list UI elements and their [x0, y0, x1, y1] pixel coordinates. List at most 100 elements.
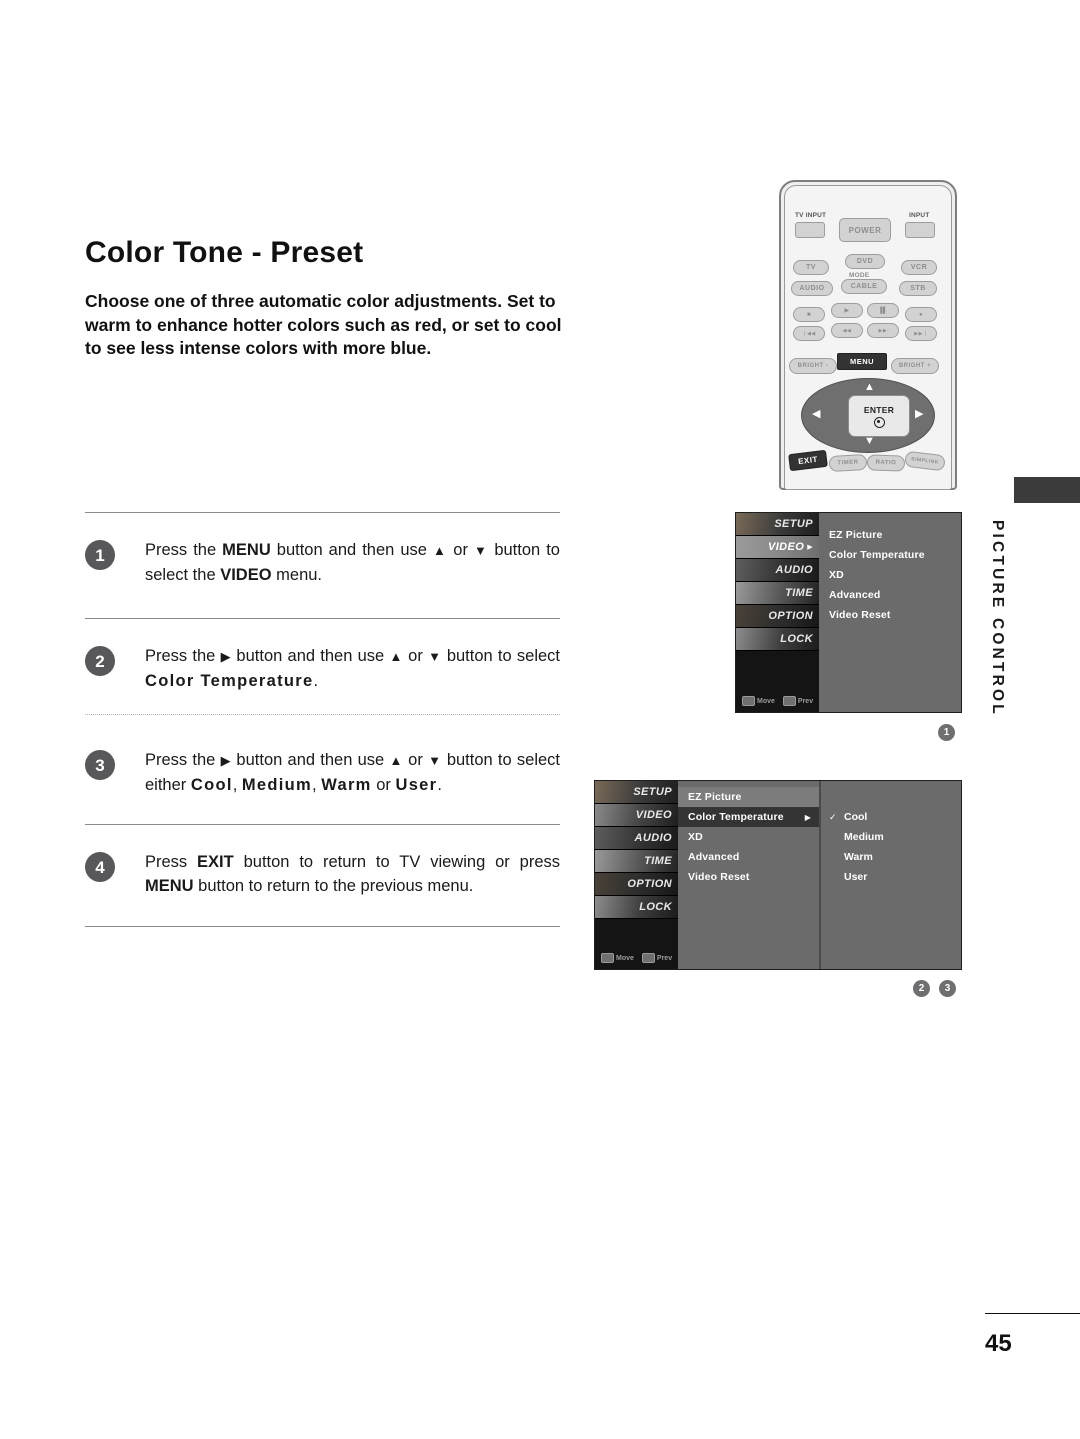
osd2-submenu-label-user: User [844, 871, 868, 883]
timer-button[interactable]: TIMER [828, 454, 868, 472]
osd2-sidebar-item-video[interactable]: VIDEO [595, 804, 678, 827]
bright-plus-button[interactable]: BRIGHT + [891, 358, 939, 374]
osd1-footer: Move Prev [736, 694, 819, 708]
intro-paragraph: Choose one of three automatic color adju… [85, 291, 562, 358]
osd2-menu-item-xd[interactable]: XD [678, 827, 819, 847]
osd1-sidebar-item-video[interactable]: VIDEO ▶ [736, 536, 819, 559]
osd1-sidebar-arrow-icon: ▶ [807, 544, 813, 551]
step-1-text: Press the MENU button and then use ▲ or … [145, 541, 560, 584]
play-button[interactable]: ▶ [831, 303, 863, 318]
bright-minus-button[interactable]: BRIGHT - [789, 358, 837, 374]
osd2-sidebar-item-time[interactable]: TIME [595, 850, 678, 873]
osd2-sidebar-item-setup[interactable]: SETUP [595, 781, 678, 804]
osd1-menu-item-xd[interactable]: XD [819, 565, 961, 585]
osd2-sidebar-item-option[interactable]: OPTION [595, 873, 678, 896]
osd2-submenu-item-warm[interactable]: Warm [821, 847, 961, 867]
step-4-text: Press EXIT button to return to TV viewin… [145, 853, 560, 895]
enter-ring-icon [873, 416, 885, 428]
step-3-badge: 3 [85, 750, 115, 780]
check-icon: ✓ [829, 811, 837, 822]
osd2-step-badge-2: 2 [913, 980, 930, 997]
osd1-sidebar-label-video: VIDEO [767, 541, 805, 553]
prev-icon [782, 696, 796, 706]
remote-control-illustration: TV INPUT POWER INPUT TV DVD VCR MODE AUD… [779, 180, 957, 490]
page-title: Color Tone - Preset [85, 236, 364, 269]
navigation-dpad[interactable]: ▲ ▼ ◀ ▶ ENTER [801, 378, 935, 453]
osd1-sidebar-item-audio[interactable]: AUDIO [736, 559, 819, 582]
dpad-up-icon[interactable]: ▲ [864, 382, 875, 393]
tv-input-label: TV INPUT [795, 212, 827, 219]
divider-bottom [85, 926, 560, 927]
rewind-button[interactable]: ◀◀ [831, 323, 863, 338]
ratio-button[interactable]: RATIO [866, 454, 906, 472]
move-icon [601, 953, 614, 963]
dpad-down-icon[interactable]: ▼ [864, 436, 875, 447]
record-button[interactable]: ● [905, 307, 937, 322]
pause-button[interactable]: ▐▌ [867, 303, 899, 318]
osd2-menu-item-ez-picture[interactable]: EZ Picture [678, 787, 819, 807]
input-button[interactable] [905, 222, 935, 238]
osd1-sidebar: SETUP VIDEO ▶ AUDIO TIME OPTION LOCK Move… [736, 513, 819, 712]
step-1: 1 Press the MENU button and then use ▲ o… [85, 538, 560, 587]
menu-button[interactable]: MENU [837, 353, 887, 370]
mode-button-stb[interactable]: STB [899, 281, 937, 296]
osd1-sidebar-item-setup[interactable]: SETUP [736, 513, 819, 536]
osd2-submenu-item-medium[interactable]: Medium [821, 827, 961, 847]
mode-button-vcr[interactable]: VCR [901, 260, 937, 275]
osd2-menu-list: EZ Picture Color Temperature ▶ XD Advanc… [678, 781, 820, 969]
divider-1 [85, 618, 560, 619]
osd2-submenu-arrow-icon: ▶ [804, 812, 811, 822]
osd2-step-badge-3: 3 [939, 980, 956, 997]
osd1-sidebar-label-lock: LOCK [780, 633, 813, 645]
osd1-menu-item-ez-picture[interactable]: EZ Picture [819, 525, 961, 545]
fast-forward-button[interactable]: ▶▶ [867, 323, 899, 338]
mode-button-dvd[interactable]: DVD [845, 254, 885, 269]
osd1-sidebar-item-option[interactable]: OPTION [736, 605, 819, 628]
osd1-menu-item-color-temperature[interactable]: Color Temperature [819, 545, 961, 565]
osd1-sidebar-label-audio: AUDIO [775, 564, 813, 576]
osd2-menu-item-advanced[interactable]: Advanced [678, 847, 819, 867]
mode-label: MODE [849, 272, 870, 279]
osd2-menu-item-video-reset[interactable]: Video Reset [678, 867, 819, 887]
osd2-submenu-item-user[interactable]: User [821, 867, 961, 887]
osd2-sidebar: SETUP VIDEO AUDIO TIME OPTION LOCK Move … [595, 781, 678, 969]
step-2: 2 Press the ▶ button and then use ▲ or ▼… [85, 644, 560, 693]
mode-button-tv[interactable]: TV [793, 260, 829, 275]
tv-input-button[interactable] [795, 222, 825, 238]
osd2-sidebar-item-audio[interactable]: AUDIO [595, 827, 678, 850]
step-4: 4 Press EXIT button to return to TV view… [85, 850, 560, 898]
osd2-sidebar-label-video: VIDEO [635, 809, 672, 821]
next-track-button[interactable]: ▶▶❘ [905, 326, 937, 341]
step-2-badge: 2 [85, 646, 115, 676]
osd1-sidebar-item-time[interactable]: TIME [736, 582, 819, 605]
stop-button[interactable]: ■ [793, 307, 825, 322]
mode-button-cable[interactable]: CABLE [841, 279, 887, 294]
osd2-submenu-label-medium: Medium [844, 831, 884, 843]
dpad-left-icon[interactable]: ◀ [812, 409, 820, 420]
move-icon [742, 696, 755, 706]
previous-track-button[interactable]: ❘◀◀ [793, 326, 825, 341]
osd2-menu-item-color-temperature[interactable]: Color Temperature ▶ [678, 807, 819, 827]
osd2-submenu: ✓ Cool Medium Warm User [820, 781, 961, 969]
osd1-sidebar-item-lock[interactable]: LOCK [736, 628, 819, 651]
osd2-sidebar-label-audio: AUDIO [634, 832, 672, 844]
osd2-sidebar-label-option: OPTION [627, 878, 672, 890]
osd2-submenu-item-cool[interactable]: ✓ Cool [821, 807, 961, 827]
dpad-right-icon[interactable]: ▶ [915, 409, 923, 420]
mode-button-audio[interactable]: AUDIO [791, 281, 833, 296]
enter-label: ENTER [863, 404, 895, 415]
osd2-menu-label-color-temperature: Color Temperature [688, 811, 784, 823]
osd2-submenu-label-warm: Warm [844, 851, 873, 863]
page-number: 45 [985, 1330, 1012, 1357]
osd1-menu-item-advanced[interactable]: Advanced [819, 585, 961, 605]
power-button[interactable]: POWER [839, 218, 891, 242]
osd2-sidebar-item-lock[interactable]: LOCK [595, 896, 678, 919]
osd2-footer-prev: Prev [641, 953, 672, 963]
osd1-sidebar-label-setup: SETUP [774, 518, 813, 530]
osd1-menu-item-video-reset[interactable]: Video Reset [819, 605, 961, 625]
input-label: INPUT [909, 212, 930, 219]
prev-icon [641, 953, 655, 963]
step-1-badge: 1 [85, 540, 115, 570]
osd1-footer-move: Move [742, 696, 775, 706]
enter-button[interactable]: ENTER [848, 395, 910, 437]
